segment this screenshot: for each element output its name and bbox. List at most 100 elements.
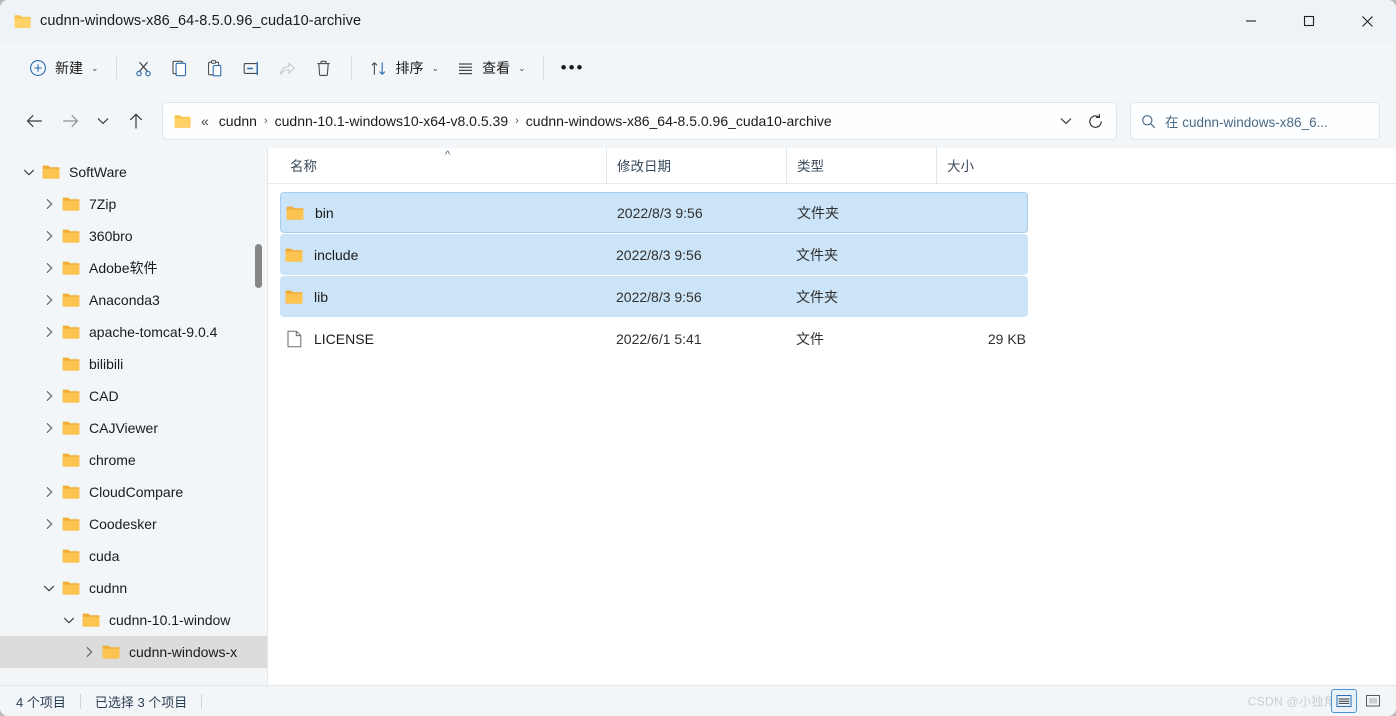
folder-icon <box>60 580 82 596</box>
paste-button[interactable] <box>198 51 234 85</box>
address-bar[interactable]: « cudnn › cudnn-10.1-windows10-x64-v8.0.… <box>162 102 1117 140</box>
chevron-down-icon[interactable] <box>58 616 80 625</box>
folder-icon <box>60 452 82 468</box>
sidebar-item-cudnn-windows-x[interactable]: cudnn-windows-x <box>0 636 268 668</box>
sidebar-item-adobe[interactable]: Adobe软件 <box>0 252 268 284</box>
chevron-right-icon[interactable] <box>38 294 60 306</box>
navigation-pane: SoftWare 7Zip 360bro Adobe软件 Anaconda3 apache… <box>0 148 268 685</box>
table-row[interactable]: bin 2022/8/3 9:56 文件夹 <box>280 192 1028 233</box>
breadcrumb-item-0[interactable]: cudnn <box>213 110 263 132</box>
sidebar-item-coodesker[interactable]: Coodesker <box>0 508 268 540</box>
sidebar-item-label: cudnn-windows-x <box>129 644 242 660</box>
chevron-down-icon: ⌄ <box>91 62 99 73</box>
table-row[interactable]: LICENSE 2022/6/1 5:41 文件 29 KB <box>280 318 1028 359</box>
sidebar-item-software[interactable]: SoftWare <box>0 156 268 188</box>
chevron-down-icon[interactable] <box>38 584 60 593</box>
sort-button[interactable]: 排序 ⌄ <box>361 51 448 85</box>
sidebar-item-label: cudnn-10.1-window <box>109 612 231 628</box>
window-controls <box>1222 0 1396 42</box>
chevron-right-icon[interactable] <box>78 646 100 658</box>
sidebar-item-label: Coodesker <box>89 516 157 532</box>
table-row[interactable]: include 2022/8/3 9:56 文件夹 <box>280 234 1028 275</box>
status-bar: 4 个项目 已选择 3 个项目 CSDN @小独角 <box>0 685 1396 716</box>
column-headers: 名称 ^ 修改日期 类型 大小 <box>268 147 1396 184</box>
column-header-name-label: 名称 <box>290 159 317 174</box>
table-row[interactable]: lib 2022/8/3 9:56 文件夹 <box>280 276 1028 317</box>
folder-icon <box>60 324 82 340</box>
window-folder-icon <box>14 14 31 29</box>
toolbar-separator-2 <box>350 57 352 79</box>
sidebar-item-label: CAJViewer <box>89 420 158 436</box>
details-view-button[interactable] <box>1331 689 1357 713</box>
breadcrumb-item-1[interactable]: cudnn-10.1-windows10-x64-v8.0.5.39 <box>269 110 514 132</box>
copy-icon <box>170 58 190 78</box>
cell-name: LICENSE <box>280 330 606 348</box>
breadcrumb-separator[interactable]: › <box>263 115 269 127</box>
view-button-label: 查看 <box>482 60 511 76</box>
sidebar-item-anaconda3[interactable]: Anaconda3 <box>0 284 268 316</box>
column-header-name[interactable]: 名称 ^ <box>280 147 606 183</box>
file-rows: bin 2022/8/3 9:56 文件夹 include 2022/8/3 9:56 文… <box>268 184 1396 685</box>
search-input[interactable]: 在 cudnn-windows-x86_6... <box>1165 111 1328 131</box>
recent-locations-button[interactable] <box>88 104 118 138</box>
rename-icon <box>242 58 262 78</box>
breadcrumb-separator[interactable]: › <box>514 115 520 127</box>
breadcrumb-overflow-icon[interactable]: « <box>193 110 213 132</box>
maximize-button[interactable] <box>1280 0 1338 42</box>
column-header-type[interactable]: 类型 <box>786 147 936 183</box>
more-options-button[interactable]: ••• <box>553 51 593 85</box>
ellipsis-icon: ••• <box>560 58 585 77</box>
forward-button[interactable] <box>52 104 88 138</box>
up-button[interactable] <box>118 104 154 138</box>
refresh-button[interactable] <box>1080 106 1110 136</box>
sidebar-item-cudnn[interactable]: cudnn <box>0 572 268 604</box>
sidebar-item-cloudcompare[interactable]: CloudCompare <box>0 476 268 508</box>
chevron-right-icon[interactable] <box>38 486 60 498</box>
column-header-size-label: 大小 <box>947 159 974 174</box>
sidebar-item-apache-tomcat-9-0-4[interactable]: apache-tomcat-9.0.4 <box>0 316 268 348</box>
column-header-size[interactable]: 大小 <box>936 147 1032 183</box>
column-header-date[interactable]: 修改日期 <box>606 147 786 183</box>
delete-button[interactable] <box>306 51 342 85</box>
column-header-type-label: 类型 <box>797 159 824 174</box>
sidebar-item-7zip[interactable]: 7Zip <box>0 188 268 220</box>
chevron-right-icon[interactable] <box>38 518 60 530</box>
sidebar-scrollbar[interactable] <box>255 148 262 685</box>
chevron-right-icon[interactable] <box>38 262 60 274</box>
sidebar-item-bilibili[interactable]: bilibili <box>0 348 268 380</box>
chevron-right-icon[interactable] <box>38 230 60 242</box>
search-box[interactable]: 在 cudnn-windows-x86_6... <box>1130 102 1380 140</box>
sidebar-item-cudnn-10-1-window[interactable]: cudnn-10.1-window <box>0 604 268 636</box>
sidebar-item-chrome[interactable]: chrome <box>0 444 268 476</box>
chevron-right-icon[interactable] <box>38 390 60 402</box>
rename-button[interactable] <box>234 51 270 85</box>
chevron-right-icon[interactable] <box>38 326 60 338</box>
cell-date: 2022/6/1 5:41 <box>616 330 702 347</box>
new-button[interactable]: 新建 ⌄ <box>20 51 107 85</box>
share-button[interactable] <box>270 51 306 85</box>
trash-icon <box>314 58 334 78</box>
copy-button[interactable] <box>162 51 198 85</box>
chevron-right-icon[interactable] <box>38 198 60 210</box>
chevron-down-icon[interactable] <box>18 168 40 177</box>
close-button[interactable] <box>1338 0 1396 42</box>
chevron-right-icon[interactable] <box>38 422 60 434</box>
sidebar-item-cad[interactable]: CAD <box>0 380 268 412</box>
address-dropdown-button[interactable] <box>1052 106 1080 136</box>
share-icon <box>278 58 298 78</box>
sidebar-scrollbar-thumb[interactable] <box>255 244 262 288</box>
sidebar-item-360bro[interactable]: 360bro <box>0 220 268 252</box>
sidebar-item-label: chrome <box>89 452 136 468</box>
sidebar-item-label: SoftWare <box>69 164 127 180</box>
back-button[interactable] <box>16 104 52 138</box>
breadcrumb-item-2[interactable]: cudnn-windows-x86_64-8.5.0.96_cuda10-arc… <box>520 110 838 132</box>
large-icons-view-button[interactable] <box>1360 689 1386 713</box>
file-name-label: lib <box>314 288 329 305</box>
sort-button-label: 排序 <box>395 60 424 76</box>
view-button[interactable]: 查看 ⌄ <box>447 51 534 85</box>
sidebar-item-cuda[interactable]: cuda <box>0 540 268 572</box>
cut-button[interactable] <box>126 51 162 85</box>
minimize-button[interactable] <box>1222 0 1280 42</box>
sidebar-item-cajviewer[interactable]: CAJViewer <box>0 412 268 444</box>
file-icon <box>284 330 304 348</box>
